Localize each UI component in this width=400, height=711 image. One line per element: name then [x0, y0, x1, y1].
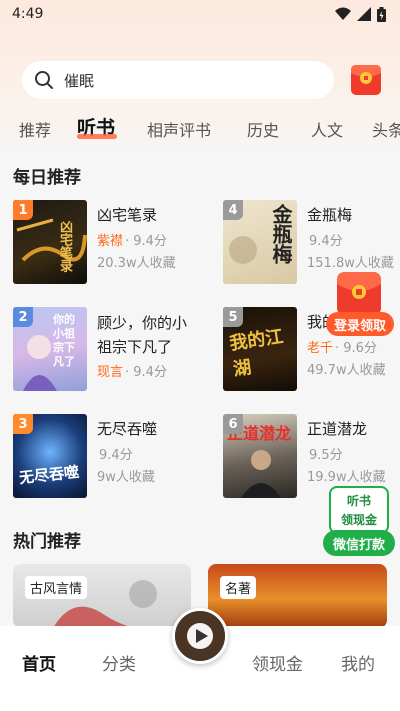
book-category: 紫襟: [97, 234, 124, 249]
battery-icon: [377, 6, 386, 22]
cover-title: 你的小祖宗下凡了: [53, 313, 75, 368]
book-meta: 现言 · 9.4分: [97, 361, 167, 380]
tab-headlines[interactable]: 头条: [372, 117, 400, 141]
hot-card-tag: 古风言情: [25, 576, 88, 599]
wechat-cash-line1: 听书: [346, 494, 371, 508]
book-meta: 9.4分: [307, 230, 343, 249]
login-reward-float[interactable]: 登录领取: [324, 270, 394, 340]
nav-home[interactable]: 首页: [22, 650, 56, 675]
wifi-icon: [335, 7, 351, 20]
book-title: 无尽吞噬: [97, 420, 158, 438]
search-query: 催眠: [64, 71, 95, 90]
cover-title: 无尽吞噬: [18, 462, 80, 488]
signal-icon: [357, 7, 371, 21]
rank-badge: 1: [13, 200, 33, 220]
book-score: · 9.4分: [125, 234, 167, 249]
book-card[interactable]: 凶宅笔录 1 凶宅笔录 紫襟 · 9.4分 20.3w人收藏: [13, 200, 193, 290]
category-tabs: 推荐 听书 相声评书 历史 人文 头条: [0, 113, 400, 147]
tab-recommend[interactable]: 推荐: [19, 117, 51, 141]
red-envelope-icon[interactable]: [350, 63, 382, 97]
rank-badge: 6: [223, 414, 243, 434]
book-score: 9.5分: [309, 448, 343, 463]
cover-title: 我的江湖: [228, 326, 285, 381]
hot-section-title: 热门推荐: [13, 532, 81, 552]
status-bar: 4:49: [0, 0, 400, 28]
book-score: · 9.4分: [125, 365, 167, 380]
login-reward-label: 登录领取: [326, 312, 394, 336]
rank-badge: 2: [13, 307, 33, 327]
book-favorites: 151.8w人收藏: [307, 256, 394, 271]
book-category: 老千: [307, 341, 334, 356]
rank-badge: 4: [223, 200, 243, 220]
book-score: · 9.6分: [335, 341, 377, 356]
book-favorites: 20.3w人收藏: [97, 256, 176, 271]
play-icon: [175, 611, 225, 661]
wechat-pay-button: 微信打款: [323, 530, 395, 556]
tab-crosstalk[interactable]: 相声评书: [147, 117, 211, 141]
tab-history[interactable]: 历史: [247, 117, 279, 141]
active-tab-indicator: [77, 134, 117, 139]
hot-card-tag: 名著: [220, 576, 257, 599]
book-title: 正道潜龙: [307, 420, 368, 438]
book-card[interactable]: 你的小祖宗下凡了 2 顾少，你的小祖宗下凡了 现言 · 9.4分: [13, 307, 193, 397]
book-score: 9.4分: [99, 448, 133, 463]
nav-earn-cash[interactable]: 领现金: [252, 650, 303, 675]
book-score: 9.4分: [309, 234, 343, 249]
status-icons: [335, 6, 386, 22]
book-title: 凶宅笔录: [97, 206, 158, 224]
tab-humanities[interactable]: 人文: [311, 117, 343, 141]
status-time: 4:49: [12, 6, 44, 22]
book-title: 顾少，你的小祖宗下凡了: [97, 314, 188, 356]
book-meta: 9.5分: [307, 444, 343, 463]
nav-categories[interactable]: 分类: [102, 650, 136, 675]
rank-badge: 3: [13, 414, 33, 434]
book-favorites: 19.9w人收藏: [307, 470, 386, 485]
rank-badge: 5: [223, 307, 243, 327]
book-category: 现言: [97, 365, 124, 380]
book-meta: 紫襟 · 9.4分: [97, 230, 167, 249]
nav-profile[interactable]: 我的: [341, 650, 375, 675]
cover-title: 凶宅笔录: [57, 220, 72, 272]
wechat-cash-line2: 领现金: [340, 513, 377, 527]
book-card[interactable]: 无尽吞噬 3 无尽吞噬 9.4分 9w人收藏: [13, 414, 193, 504]
daily-section-title: 每日推荐: [13, 168, 81, 188]
wechat-cash-box: 听书 领现金: [329, 486, 389, 534]
cover-title: 金瓶梅: [269, 204, 293, 264]
book-title: 金瓶梅: [307, 206, 353, 224]
book-favorites: 9w人收藏: [97, 470, 155, 485]
search-bar[interactable]: 催眠: [22, 61, 334, 99]
player-button[interactable]: [172, 608, 228, 664]
book-meta: 9.4分: [97, 444, 133, 463]
hot-card-classics[interactable]: 名著: [208, 564, 387, 628]
search-icon: [35, 71, 53, 89]
hot-card-romance[interactable]: 古风言情: [13, 564, 191, 628]
wechat-cash-float[interactable]: 听书 领现金 微信打款: [323, 486, 395, 558]
book-favorites: 49.7w人收藏: [307, 363, 386, 378]
